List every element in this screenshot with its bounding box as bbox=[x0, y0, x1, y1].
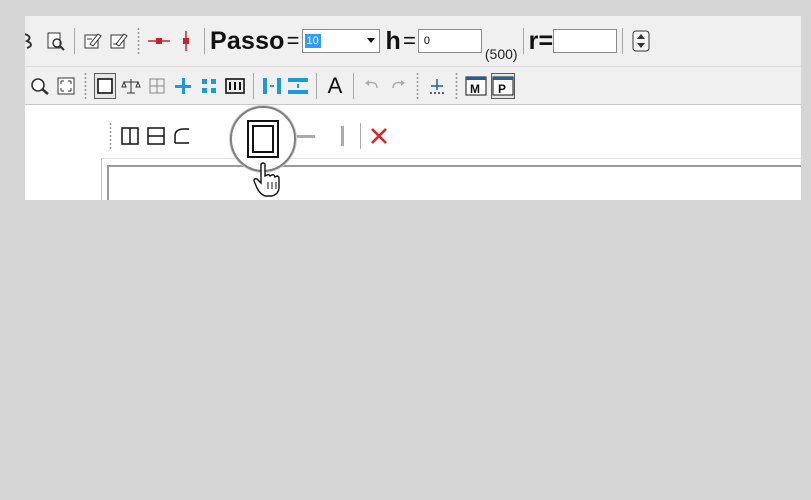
undo-icon[interactable] bbox=[361, 73, 383, 99]
cross-icon[interactable] bbox=[172, 73, 194, 99]
toolbar-grip[interactable] bbox=[137, 27, 140, 55]
horizontal-node-icon[interactable] bbox=[147, 28, 171, 54]
chevron-down-icon[interactable] bbox=[366, 38, 375, 43]
vertical-line-icon[interactable] bbox=[331, 123, 353, 149]
toolbar-grip[interactable] bbox=[455, 71, 458, 100]
separator bbox=[622, 28, 624, 54]
split-horizontal-frame-icon[interactable] bbox=[145, 123, 167, 149]
document-edge bbox=[107, 165, 801, 167]
toolbar-grip[interactable] bbox=[416, 71, 419, 100]
edit-sheet-icon[interactable] bbox=[82, 28, 104, 54]
frame-toolbar bbox=[101, 113, 801, 159]
split-vertical-frame-icon[interactable] bbox=[119, 123, 141, 149]
redo-icon[interactable] bbox=[387, 73, 409, 99]
print-preview-icon[interactable] bbox=[45, 28, 67, 54]
m-frame-icon[interactable]: M bbox=[465, 73, 487, 99]
rectangle-select-icon[interactable] bbox=[94, 72, 116, 99]
horizontal-line-icon[interactable] bbox=[294, 123, 316, 149]
r-label: r= bbox=[528, 26, 554, 55]
r-input[interactable] bbox=[553, 29, 618, 53]
hand-cursor-icon bbox=[253, 162, 281, 200]
passo-dropdown[interactable]: 10 bbox=[301, 29, 380, 53]
application-toolbar-area: Passo = 10 h = 0 (500) r= A M P bbox=[25, 16, 801, 200]
h-input[interactable]: 0 bbox=[417, 29, 482, 53]
align-left-icon[interactable] bbox=[261, 73, 283, 99]
svg-text:P: P bbox=[498, 82, 506, 96]
separator bbox=[316, 72, 317, 99]
toolbar-grip[interactable] bbox=[109, 121, 112, 150]
passo-value: 10 bbox=[304, 34, 321, 48]
scroll-updown-icon[interactable] bbox=[630, 28, 652, 54]
fit-screen-icon[interactable] bbox=[55, 73, 77, 99]
separator bbox=[74, 28, 75, 54]
toolbar-row-2: A M P bbox=[25, 67, 801, 105]
svg-text:M: M bbox=[470, 82, 480, 96]
h-equals: = bbox=[403, 28, 416, 53]
h-label: h bbox=[385, 26, 402, 55]
separator bbox=[522, 28, 524, 54]
separator bbox=[323, 123, 324, 149]
align-center-icon[interactable] bbox=[287, 73, 309, 99]
h-max-label: (500) bbox=[484, 46, 518, 62]
curved-frame-icon[interactable] bbox=[171, 123, 193, 149]
p-frame-icon[interactable]: P bbox=[491, 72, 515, 99]
passo-label: Passo bbox=[210, 26, 285, 55]
axis-icon[interactable] bbox=[426, 73, 448, 99]
separator bbox=[204, 28, 205, 54]
toolbar-row-1: Passo = 10 h = 0 (500) r= bbox=[25, 16, 801, 67]
columns-icon[interactable] bbox=[224, 73, 246, 99]
zoom-icon[interactable] bbox=[29, 73, 51, 99]
passo-equals: = bbox=[286, 28, 300, 53]
grid-snap-icon[interactable] bbox=[146, 73, 168, 99]
run-icon[interactable] bbox=[25, 28, 41, 54]
vertical-node-icon[interactable] bbox=[175, 28, 197, 54]
delete-icon[interactable] bbox=[368, 123, 390, 149]
balance-icon[interactable] bbox=[120, 73, 142, 99]
toolbar-grip[interactable] bbox=[84, 71, 87, 100]
document-edge-vertical bbox=[107, 165, 109, 200]
separator bbox=[253, 72, 254, 99]
split-vertical-icon[interactable] bbox=[198, 73, 220, 99]
separator bbox=[360, 122, 361, 149]
edit-sheet-2-icon[interactable] bbox=[108, 28, 130, 54]
text-icon[interactable]: A bbox=[324, 73, 346, 99]
separator bbox=[353, 72, 354, 99]
